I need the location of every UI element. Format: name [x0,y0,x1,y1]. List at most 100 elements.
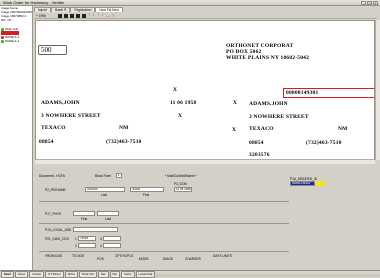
toolbar-square-icon[interactable] [81,13,86,18]
insured-zip: 08854 [249,140,264,146]
p17-last-sublabel: Last [105,217,112,221]
zoom-control[interactable]: + 1996 [36,14,46,18]
col-pos: POS [97,257,104,261]
city-mark: X [232,127,237,133]
patient-zip: 08854 [39,139,54,145]
block-form-input[interactable]: 1 [116,173,122,178]
col-mods: MODS [139,257,149,261]
taskbar-item[interactable]: Cortex [29,270,45,278]
title-bar: Work Order for Hadnsecy - Verifier _ □ x [0,0,380,6]
section-divider [39,201,289,202]
insured-state: NM [338,126,348,132]
patient-dob: 11 06 1958 [170,100,197,106]
tab-next-field[interactable]: Next Fld Next [95,7,123,12]
street-mark: X [178,113,183,119]
block-form-label: Block Form [95,174,112,178]
mark-x: X [173,87,178,93]
taskbar-item[interactable]: Ptp [109,270,121,278]
p21-diag-1-input[interactable]: 71515 [78,236,96,241]
p21-num-1: 1 [75,237,77,241]
toolbar-square-icon[interactable] [57,13,62,18]
taskbar-item[interactable]: Inbox [14,270,29,278]
minimize-button[interactable]: _ [361,1,366,5]
taskbar-item[interactable]: Net [97,270,109,278]
tree-item-label: NODE-F-1 [5,39,20,43]
batch-tree: Work Unit NODE-F-1 NODE-F-1 [1,27,20,43]
section-divider [39,251,289,252]
p21-diag-4-input[interactable] [103,243,121,248]
taskbar-item[interactable]: Prod Ctrl [79,270,97,278]
patient-state: NM [119,125,129,131]
arrow-down-icon[interactable]: ↓ [101,13,104,18]
p19-local-use-input[interactable] [73,227,118,232]
insured-street: 3 NOWHERE STREET [249,114,309,120]
status-green-icon [1,39,4,43]
p17-last-input[interactable] [97,211,119,216]
status-line: NO: n% [1,18,12,22]
p17-first-input[interactable] [73,211,95,216]
data-entry-panel: Document - HCFA Block Form 1 * Mult/Go/M… [35,165,375,269]
patient-street: 3 NOWHERE STREET [41,113,101,119]
taskbar-item[interactable]: Verify [121,270,135,278]
arrow-up-icon[interactable]: ↑ [88,13,91,18]
toolbar-square-icon[interactable] [75,13,80,18]
col-days-units: DAYS UNITS [213,254,232,258]
col-cpt: CPT/HCPCS [115,254,134,258]
taskbar: Start Inbox Cortex CT Direct Micro Prod … [0,270,380,278]
p2-last-name-input[interactable]: ADAMS [85,187,125,192]
p3-dob-label: P3_DOB [174,182,187,186]
help-icon[interactable]: ? [112,13,114,18]
horizontal-scrollbar[interactable] [35,159,375,164]
insured-city: TEXACO [249,126,274,132]
col-diags: DIAGS [163,257,173,261]
document-image-view[interactable]: 500 ORTHONET CORPORAT PO BOX 5062 WHITE … [35,20,375,160]
p21-num-3: 3 [100,237,102,241]
tree-item-label: Work Unit [5,27,19,31]
close-button[interactable]: x [373,1,378,5]
sex-mark: X [233,100,238,106]
document-type-label: Document - HCFA [39,174,65,178]
p2-first-name-input[interactable]: JOHN [130,187,164,192]
last-sublabel: Last [101,193,108,197]
patient-city: TEXACO [41,125,66,131]
p21-diag-2-input[interactable] [78,243,96,248]
toolbar-square-icon[interactable] [69,13,74,18]
payer-city: WHITE PLAINS NY 10602-5042 [226,55,310,61]
toolbar: + 1996 ↑ ↓ ↑ ↓ — ? [34,13,377,19]
form-corner-box: 500 [38,45,67,55]
tab-bar: Import Batch R Registration Next Fld Nex… [34,7,123,12]
p17-first-sublabel: First [81,217,88,221]
toolbar-square-icon[interactable] [63,13,68,18]
start-button[interactable]: Start [1,270,14,278]
dash-icon[interactable]: — [106,13,110,18]
col-from-dos: FROM DOS [45,254,63,258]
p21-diag-label: P21_DIAG_CDS [45,237,69,241]
tab-batch[interactable]: Batch R [51,7,71,12]
p21-diag-3-input[interactable] [103,236,121,241]
p1a-insured-id-input[interactable]: 00800149301 [290,181,315,186]
patient-phone: (732)463-7510 [106,139,142,145]
p3-dob-input[interactable]: 11 06 1958 [174,187,192,192]
taskbar-item[interactable]: CT Direct [45,270,64,278]
col-charges: CHARGES [185,257,201,261]
first-sublabel: First [143,193,150,197]
tab-import[interactable]: Import [34,7,52,12]
taskbar-item[interactable]: Local Disk [135,270,156,278]
p17-phys-label: P17_PHYS [45,212,62,216]
insured-id-number: 00800149301 [286,90,319,96]
p19-local-use-label: P19_LOCAL_USE [45,228,72,232]
arrow-down-icon[interactable]: ↓ [92,13,95,18]
arrow-up-icon[interactable]: ↑ [97,13,100,18]
left-panel: Image Name Image 2007000012345 Image 183… [0,6,33,270]
col-to-dos: TO DOS [72,254,85,258]
bottom-number: 3203576 [249,152,270,158]
tree-item-node-green[interactable]: NODE-F-1 [1,39,19,43]
maximize-button[interactable]: □ [367,1,372,5]
vertical-scrollbar[interactable] [375,20,380,160]
taskbar-item[interactable]: Micro [64,270,78,278]
patient-name: ADAMS,JOHN [41,100,80,106]
insured-phone: (732)463-7510 [306,140,342,146]
p2-patname-label: P2_PATNAME [45,188,66,192]
p21-num-2: 2 [75,244,77,248]
window-controls: _ □ x [361,1,378,5]
